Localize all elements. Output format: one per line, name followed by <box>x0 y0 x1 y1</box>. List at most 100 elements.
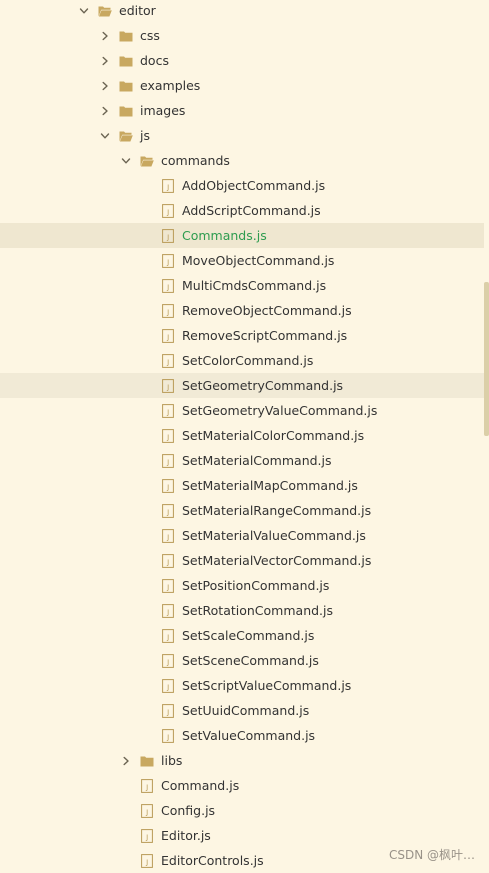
svg-text:J: J <box>166 283 169 291</box>
tree-item-label: libs <box>161 753 183 768</box>
tree-file-setmaterialmapcommand-js[interactable]: J SetMaterialMapCommand.js <box>0 473 484 498</box>
chevron-right-icon[interactable] <box>99 55 111 67</box>
js-file-icon: J <box>161 328 175 343</box>
tree-file-setrotationcommand-js[interactable]: J SetRotationCommand.js <box>0 598 484 623</box>
tree-file-config-js[interactable]: J Config.js <box>0 798 484 823</box>
chevron-down-icon[interactable] <box>99 130 111 142</box>
tree-folder-docs[interactable]: docs <box>0 48 484 73</box>
tree-folder-css[interactable]: css <box>0 23 484 48</box>
js-file-icon: J <box>161 578 175 593</box>
tree-file-setmaterialvaluecommand-js[interactable]: J SetMaterialValueCommand.js <box>0 523 484 548</box>
tree-file-setmaterialcolorcommand-js[interactable]: J SetMaterialColorCommand.js <box>0 423 484 448</box>
tree-file-setgeometryvaluecommand-js[interactable]: J SetGeometryValueCommand.js <box>0 398 484 423</box>
folder-icon <box>119 29 133 43</box>
svg-text:J: J <box>166 608 169 616</box>
tree-file-setvaluecommand-js[interactable]: J SetValueCommand.js <box>0 723 484 748</box>
tree-item-label: RemoveObjectCommand.js <box>182 303 352 318</box>
tree-item-label: commands <box>161 153 230 168</box>
tree-item-label: SetRotationCommand.js <box>182 603 334 618</box>
tree-item-label: Editor.js <box>161 828 211 843</box>
tree-folder-images[interactable]: images <box>0 98 484 123</box>
tree-folder-commands[interactable]: commands <box>0 148 484 173</box>
tree-item-label: SetMaterialMapCommand.js <box>182 478 358 493</box>
tree-folder-js[interactable]: js <box>0 123 484 148</box>
tree-file-addscriptcommand-js[interactable]: J AddScriptCommand.js <box>0 198 484 223</box>
tree-file-setscalecommand-js[interactable]: J SetScaleCommand.js <box>0 623 484 648</box>
js-file-icon: J <box>161 203 175 218</box>
tree-file-addobjectcommand-js[interactable]: J AddObjectCommand.js <box>0 173 484 198</box>
chevron-down-icon[interactable] <box>78 5 90 17</box>
tree-file-multicmdscommand-js[interactable]: J MultiCmdsCommand.js <box>0 273 484 298</box>
tree-item-label: RemoveScriptCommand.js <box>182 328 348 343</box>
chevron-right-icon[interactable] <box>99 30 111 42</box>
tree-item-label: SetMaterialValueCommand.js <box>182 528 366 543</box>
svg-text:J: J <box>145 833 148 841</box>
watermark: CSDN @枫叶… <box>388 848 475 862</box>
js-file-icon: J <box>140 778 154 793</box>
svg-text:J: J <box>166 483 169 491</box>
tree-file-setscriptvaluecommand-js[interactable]: J SetScriptValueCommand.js <box>0 673 484 698</box>
js-file-icon: J <box>161 478 175 493</box>
svg-text:J: J <box>145 858 148 866</box>
js-file-icon: J <box>161 353 175 368</box>
tree-item-label: SetGeometryValueCommand.js <box>182 403 378 418</box>
svg-text:J: J <box>166 458 169 466</box>
tree-file-setcolorcommand-js[interactable]: J SetColorCommand.js <box>0 348 484 373</box>
tree-file-moveobjectcommand-js[interactable]: J MoveObjectCommand.js <box>0 248 484 273</box>
chevron-right-icon[interactable] <box>120 755 132 767</box>
chevron-down-icon[interactable] <box>120 155 132 167</box>
tree-file-removeobjectcommand-js[interactable]: J RemoveObjectCommand.js <box>0 298 484 323</box>
js-file-icon: J <box>140 803 154 818</box>
svg-text:J: J <box>166 308 169 316</box>
tree-item-label: SetMaterialVectorCommand.js <box>182 553 372 568</box>
tree-folder-libs[interactable]: libs <box>0 748 484 773</box>
tree-item-label: MultiCmdsCommand.js <box>182 278 327 293</box>
folder-icon <box>140 754 154 768</box>
chevron-right-icon[interactable] <box>99 80 111 92</box>
folder-open-icon <box>98 4 112 18</box>
svg-text:J: J <box>166 558 169 566</box>
tree-file-editor-js[interactable]: J Editor.js <box>0 823 484 848</box>
js-file-icon: J <box>161 428 175 443</box>
tree-file-setscenecommand-js[interactable]: J SetSceneCommand.js <box>0 648 484 673</box>
svg-text:J: J <box>166 258 169 266</box>
tree-file-removescriptcommand-js[interactable]: J RemoveScriptCommand.js <box>0 323 484 348</box>
tree-file-command-js[interactable]: J Command.js <box>0 773 484 798</box>
js-file-icon: J <box>161 278 175 293</box>
svg-text:J: J <box>166 358 169 366</box>
tree-item-label: images <box>140 103 186 118</box>
svg-text:J: J <box>145 783 148 791</box>
tree-item-label: SetMaterialCommand.js <box>182 453 332 468</box>
js-file-icon: J <box>161 553 175 568</box>
svg-text:J: J <box>166 433 169 441</box>
tree-item-label: EditorControls.js <box>161 853 264 868</box>
js-file-icon: J <box>161 653 175 668</box>
js-file-icon: J <box>161 503 175 518</box>
svg-text:J: J <box>166 208 169 216</box>
tree-item-label: SetValueCommand.js <box>182 728 316 743</box>
tree-folder-editor[interactable]: editor <box>0 0 484 23</box>
folder-open-icon <box>140 154 154 168</box>
tree-file-setpositioncommand-js[interactable]: J SetPositionCommand.js <box>0 573 484 598</box>
tree-file-setgeometrycommand-js[interactable]: J SetGeometryCommand.js <box>0 373 484 398</box>
tree-file-setmaterialvectorcommand-js[interactable]: J SetMaterialVectorCommand.js <box>0 548 484 573</box>
vertical-scrollbar[interactable] <box>484 282 489 436</box>
svg-text:J: J <box>166 733 169 741</box>
tree-item-label: AddScriptCommand.js <box>182 203 321 218</box>
js-file-icon: J <box>161 528 175 543</box>
tree-item-label: css <box>140 28 160 43</box>
tree-folder-examples[interactable]: examples <box>0 73 484 98</box>
tree-file-setmaterialrangecommand-js[interactable]: J SetMaterialRangeCommand.js <box>0 498 484 523</box>
js-file-icon: J <box>161 228 175 243</box>
js-file-icon: J <box>161 303 175 318</box>
tree-file-setuuidcommand-js[interactable]: J SetUuidCommand.js <box>0 698 484 723</box>
tree-item-label: SetPositionCommand.js <box>182 578 330 593</box>
tree-file-commands-js[interactable]: J Commands.js <box>0 223 484 248</box>
tree-item-label: editor <box>119 3 156 18</box>
tree-item-label: SetColorCommand.js <box>182 353 314 368</box>
js-file-icon: J <box>161 453 175 468</box>
chevron-right-icon[interactable] <box>99 105 111 117</box>
svg-text:J: J <box>166 508 169 516</box>
tree-file-setmaterialcommand-js[interactable]: J SetMaterialCommand.js <box>0 448 484 473</box>
svg-text:J: J <box>166 183 169 191</box>
